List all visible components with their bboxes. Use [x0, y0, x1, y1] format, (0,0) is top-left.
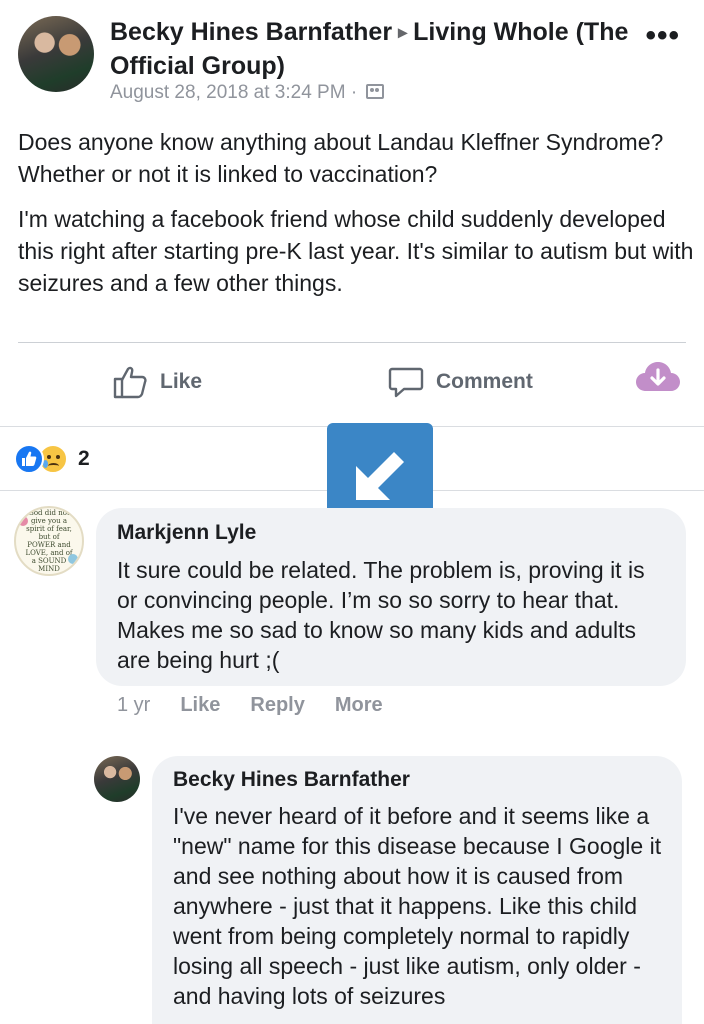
- like-reaction-icon: [14, 444, 44, 474]
- group-audience-icon: [366, 84, 385, 99]
- comment-bubble: Markjenn Lyle It sure could be related. …: [96, 508, 686, 686]
- reactions-summary[interactable]: 2: [14, 444, 90, 474]
- reply-bubble: Becky Hines Barnfather I've never heard …: [152, 756, 682, 1024]
- more-options-icon[interactable]: •••: [645, 21, 680, 51]
- commenter-avatar[interactable]: God did not give you a spirit of fear, b…: [14, 506, 84, 576]
- group-arrow-icon: ▸: [398, 22, 408, 42]
- avatar-quote-text: God did not give you a spirit of fear, b…: [25, 509, 73, 573]
- post-actions-bar: Like Comment: [0, 355, 704, 413]
- divider: [18, 342, 686, 343]
- comment-time[interactable]: 1 yr: [117, 694, 150, 717]
- reaction-count: 2: [78, 447, 90, 470]
- like-label: Like: [160, 370, 203, 393]
- thumbs-up-icon: [113, 366, 147, 399]
- author-avatar[interactable]: [18, 16, 94, 92]
- commenter-name[interactable]: Markjenn Lyle: [117, 521, 256, 545]
- post-body: Does anyone know anything about Landau K…: [18, 126, 694, 312]
- post-timestamp: August 28, 2018 at 3:24 PM ·: [110, 82, 385, 104]
- comment-label: Comment: [436, 370, 533, 393]
- reply-text: I've never heard of it before and it see…: [173, 803, 662, 1009]
- timestamp-text[interactable]: August 28, 2018 at 3:24 PM: [110, 82, 346, 103]
- comment-button[interactable]: Comment: [388, 365, 533, 399]
- reply-author-name[interactable]: Becky Hines Barnfather: [173, 768, 410, 792]
- author-name[interactable]: Becky Hines Barnfather: [110, 18, 392, 46]
- comment-meta: 1 yr Like Reply More: [117, 694, 413, 717]
- post-header: Becky Hines Barnfather ▸ Living Whole (The…: [18, 14, 688, 110]
- like-button[interactable]: Like: [112, 365, 202, 399]
- post-author-line: Becky Hines Barnfather ▸ Living Whole (The…: [110, 16, 630, 82]
- comment-reply-link[interactable]: Reply: [250, 694, 304, 717]
- post-paragraph-2: I'm watching a facebook friend whose chi…: [18, 206, 694, 296]
- comment-bubble-icon: [388, 367, 424, 398]
- post-paragraph-1: Does anyone know anything about Landau K…: [18, 129, 664, 187]
- reply-author-avatar[interactable]: [94, 756, 140, 802]
- comment-like-link[interactable]: Like: [180, 694, 220, 717]
- timestamp-separator: ·: [350, 82, 358, 103]
- comment-text: It sure could be related. The problem is…: [117, 557, 645, 673]
- comment-more-link[interactable]: More: [335, 694, 383, 717]
- cloud-download-icon[interactable]: [634, 359, 682, 395]
